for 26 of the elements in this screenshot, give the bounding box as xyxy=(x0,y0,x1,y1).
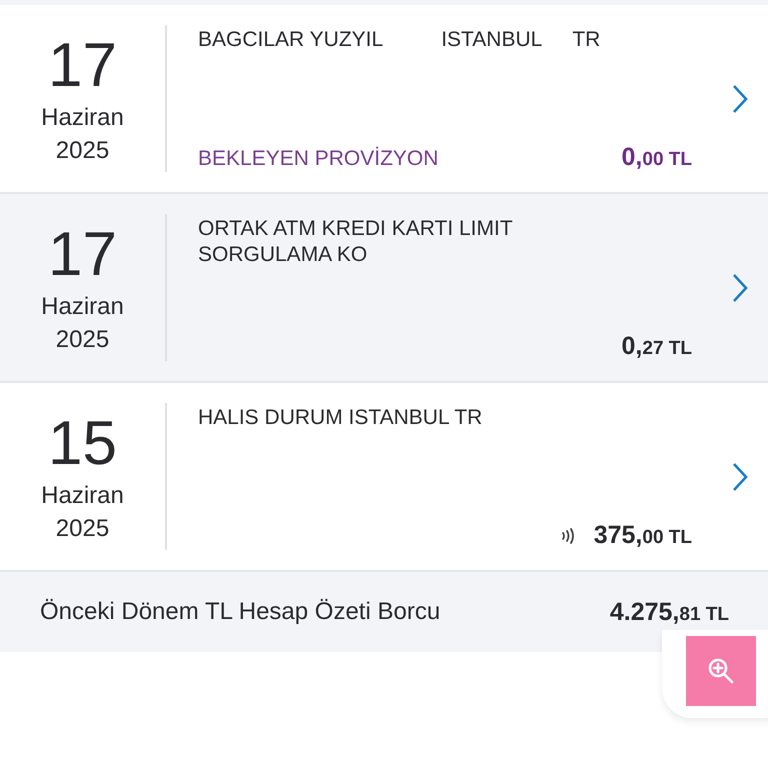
merchant-name: HALIS DURUM ISTANBUL TR xyxy=(198,405,482,431)
date-year: 2025 xyxy=(56,136,110,166)
date-day: 15 xyxy=(48,409,117,479)
date-day: 17 xyxy=(48,31,117,101)
zoom-in-icon xyxy=(706,656,736,686)
transaction-amount: 0,27 TL xyxy=(622,332,692,361)
chevron-right-icon[interactable] xyxy=(732,272,748,302)
date-month: Haziran xyxy=(41,292,124,322)
transaction-row[interactable]: 17 Haziran 2025 ORTAK ATM KREDI KARTI LIMIT SORGULAMA KO 0,27 TL xyxy=(0,194,768,383)
transaction-status: BEKLEYEN PROVİZYON xyxy=(198,147,438,171)
transaction-amount: 0,00 TL xyxy=(622,143,692,172)
merchant-name: ORTAK ATM KREDI KARTI LIMIT SORGULAMA KO xyxy=(198,216,514,268)
date-year: 2025 xyxy=(56,325,110,355)
merchant-name: BAGCILAR YUZYIL xyxy=(198,27,384,53)
date-month: Haziran xyxy=(41,103,124,133)
date-month: Haziran xyxy=(41,481,124,511)
transaction-amount: 375,00 TL xyxy=(594,521,692,550)
chevron-right-icon[interactable] xyxy=(732,462,748,492)
summary-label: Önceki Dönem TL Hesap Özeti Borcu xyxy=(40,598,440,626)
chevron-right-icon[interactable] xyxy=(732,84,748,114)
date-day: 17 xyxy=(48,220,117,290)
zoom-in-button[interactable] xyxy=(686,636,756,706)
merchant-name: ISTANBUL xyxy=(441,27,542,53)
summary-amount: 4.275,81 TL xyxy=(610,598,729,626)
merchant-name: TR xyxy=(572,27,600,53)
date-year: 2025 xyxy=(56,514,110,544)
